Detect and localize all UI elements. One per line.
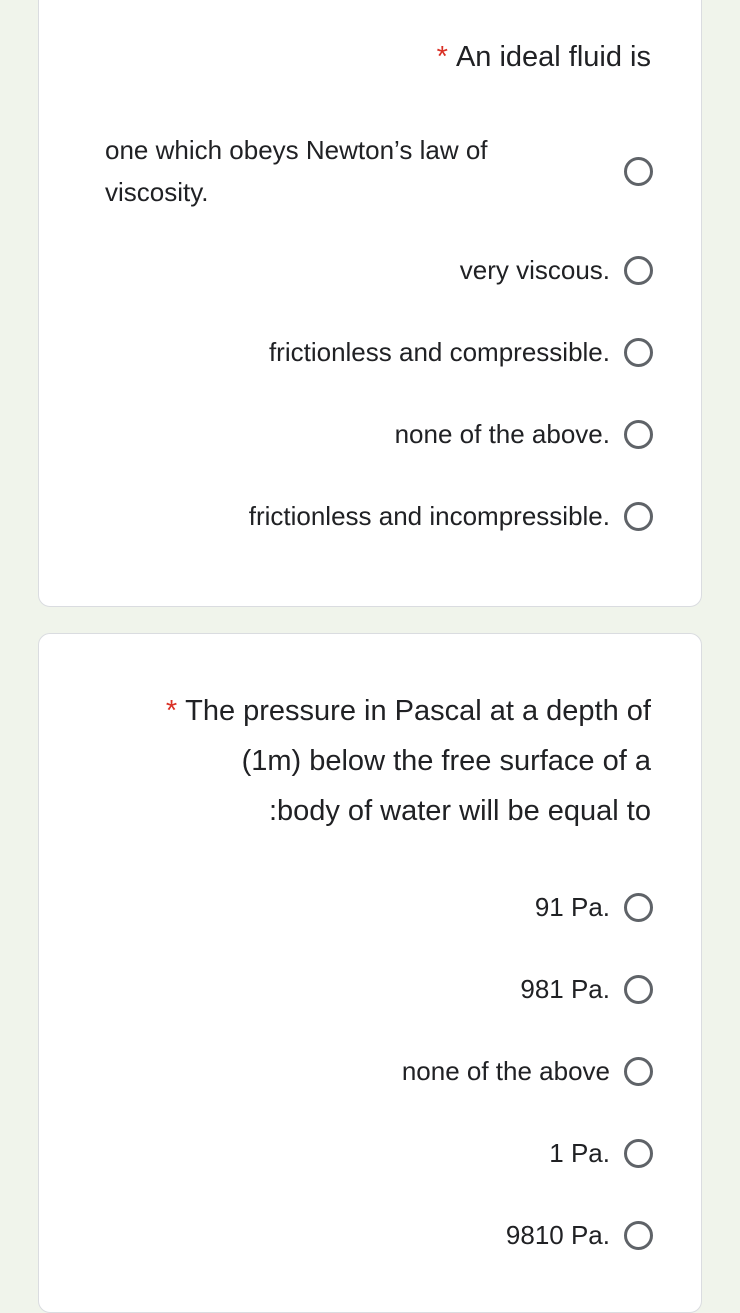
radio-button[interactable] xyxy=(624,974,653,1004)
option-1-pa[interactable]: 1 Pa. xyxy=(549,1132,653,1174)
option-none-of-the-above[interactable]: none of the above xyxy=(402,1050,653,1092)
option-9810-pa[interactable]: 9810 Pa. xyxy=(506,1214,653,1256)
radio-button[interactable] xyxy=(624,156,653,186)
radio-button[interactable] xyxy=(624,337,653,367)
radio-button[interactable] xyxy=(624,1220,653,1250)
question-title: * The pressure in Pascal at a depth of (1… xyxy=(166,686,651,836)
required-asterisk: * xyxy=(436,41,448,73)
option-frictionless-incompressible[interactable]: frictionless and incompressible. xyxy=(249,495,653,537)
option-label: none of the above. xyxy=(394,419,610,449)
question-card-ideal-fluid: * An ideal fluid is one which obeys Newto… xyxy=(38,0,702,607)
option-label: 91 Pa. xyxy=(534,892,610,922)
radio-button[interactable] xyxy=(624,255,653,285)
question-card-pressure: * The pressure in Pascal at a depth of (1… xyxy=(38,633,702,1313)
radio-button[interactable] xyxy=(624,1138,653,1168)
option-label: one which obeys Newton’s law of viscosit… xyxy=(105,135,488,207)
option-label: none of the above xyxy=(401,1056,610,1086)
question-text: An ideal fluid is xyxy=(455,41,651,73)
option-label: 1 Pa. xyxy=(549,1138,610,1168)
question-title: * An ideal fluid is xyxy=(437,32,651,82)
option-very-viscous[interactable]: very viscous. xyxy=(460,249,653,291)
option-label: 981 Pa. xyxy=(520,974,610,1004)
option-frictionless-compressible[interactable]: frictionless and compressible. xyxy=(269,331,653,373)
radio-button[interactable] xyxy=(624,892,653,922)
option-label: frictionless and compressible. xyxy=(268,337,610,367)
question-line-2: (1m) below the free surface of a xyxy=(241,745,651,777)
option-981-pa[interactable]: 981 Pa. xyxy=(520,968,653,1010)
radio-button[interactable] xyxy=(624,501,653,531)
question-line-1: * The pressure in Pascal at a depth of xyxy=(165,695,651,727)
option-label: 9810 Pa. xyxy=(505,1220,610,1250)
option-none-of-the-above[interactable]: none of the above. xyxy=(395,413,653,455)
option-91-pa[interactable]: 91 Pa. xyxy=(535,886,653,928)
radio-button[interactable] xyxy=(624,1056,653,1086)
option-label: very viscous. xyxy=(459,255,610,285)
required-asterisk: * xyxy=(165,695,178,727)
radio-button[interactable] xyxy=(624,419,653,449)
option-label: frictionless and incompressible. xyxy=(248,501,610,531)
option-newtons-law[interactable]: one which obeys Newton’s law of viscosit… xyxy=(105,129,653,213)
question-line-3: :body of water will be equal to xyxy=(268,795,651,827)
